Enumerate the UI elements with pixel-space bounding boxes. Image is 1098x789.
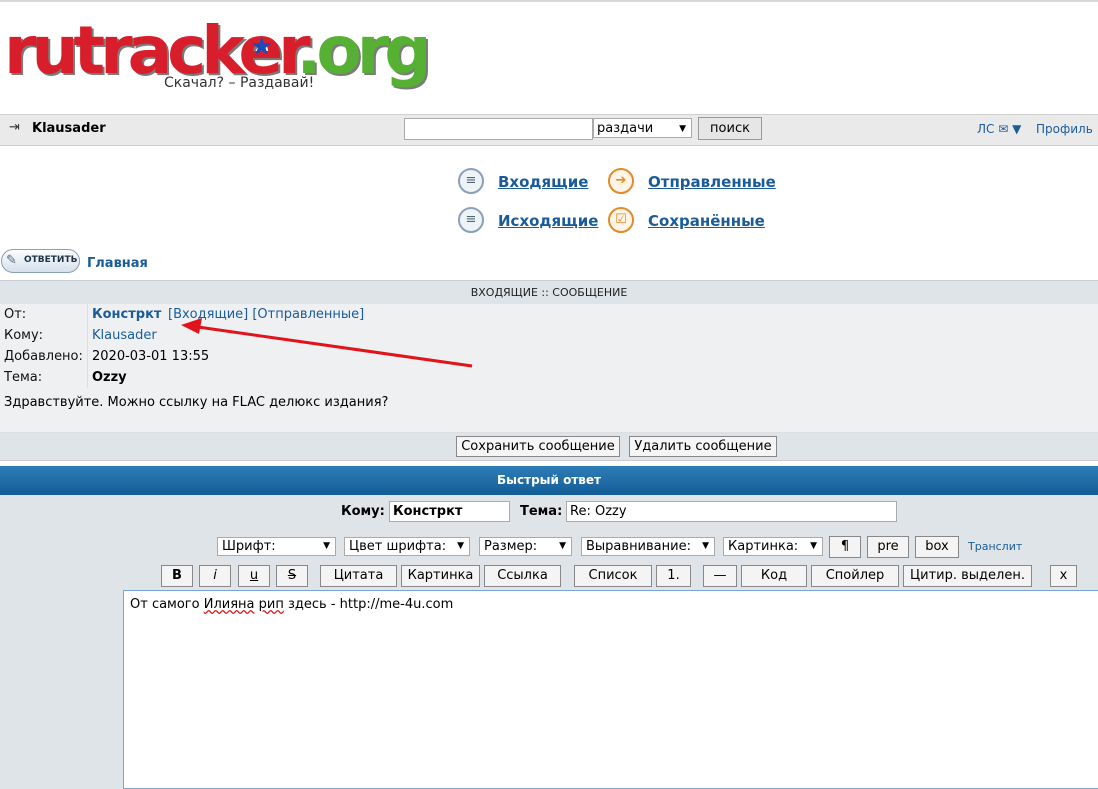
italic-button[interactable]: i [199, 565, 231, 587]
qr-subject-input[interactable]: Re: Ozzy [566, 501, 897, 522]
chevron-down-icon: ▼ [810, 541, 817, 551]
strike-button[interactable]: S [276, 565, 308, 587]
box-button[interactable]: box [915, 536, 959, 558]
hr-button[interactable]: — [703, 565, 737, 587]
list-button[interactable]: Список [574, 565, 652, 587]
code-button[interactable]: Код [741, 565, 807, 587]
bold-button[interactable]: B [161, 565, 193, 587]
font-color-select[interactable]: Цвет шрифта: ▼ [344, 537, 470, 556]
qr-to-label: Кому: [341, 504, 385, 519]
quote-button[interactable]: Цитата [320, 565, 397, 587]
quote-selection-button[interactable]: Цитир. выделен. [903, 565, 1032, 587]
reply-textarea[interactable]: От самого Илияна рип здесь - http://me-4… [123, 590, 1098, 789]
spoiler-button[interactable]: Спойлер [811, 565, 899, 587]
align-select[interactable]: Выравнивание: ▼ [581, 537, 715, 556]
numbered-list-button[interactable]: 1. [656, 565, 691, 587]
image-select[interactable]: Картинка: ▼ [723, 537, 823, 556]
chevron-down-icon: ▼ [559, 541, 566, 551]
underline-button[interactable]: u [238, 565, 270, 587]
font-size-select[interactable]: Размер: ▼ [479, 537, 572, 556]
insert-image-button[interactable]: Картинка [401, 565, 480, 587]
editor-text: От самого Илияна рип здесь - http://me-4… [130, 597, 454, 612]
paragraph-button[interactable]: ¶ [829, 536, 861, 558]
chevron-down-icon: ▼ [323, 541, 330, 551]
link-button[interactable]: Ссылка [484, 565, 561, 587]
quick-reply-header: Быстрый ответ [0, 466, 1098, 495]
annotation-arrow-line [197, 325, 473, 368]
qr-subject-label: Тема: [520, 504, 563, 519]
chevron-down-icon: ▼ [457, 541, 464, 551]
close-tags-button[interactable]: x [1050, 565, 1077, 587]
qr-to-input[interactable]: Констркт [389, 501, 510, 522]
font-select[interactable]: Шрифт: ▼ [217, 537, 336, 556]
annotation-arrow-head [181, 318, 202, 334]
translit-link[interactable]: Транслит [968, 540, 1022, 553]
chevron-down-icon: ▼ [702, 541, 709, 551]
pre-button[interactable]: pre [867, 536, 909, 558]
